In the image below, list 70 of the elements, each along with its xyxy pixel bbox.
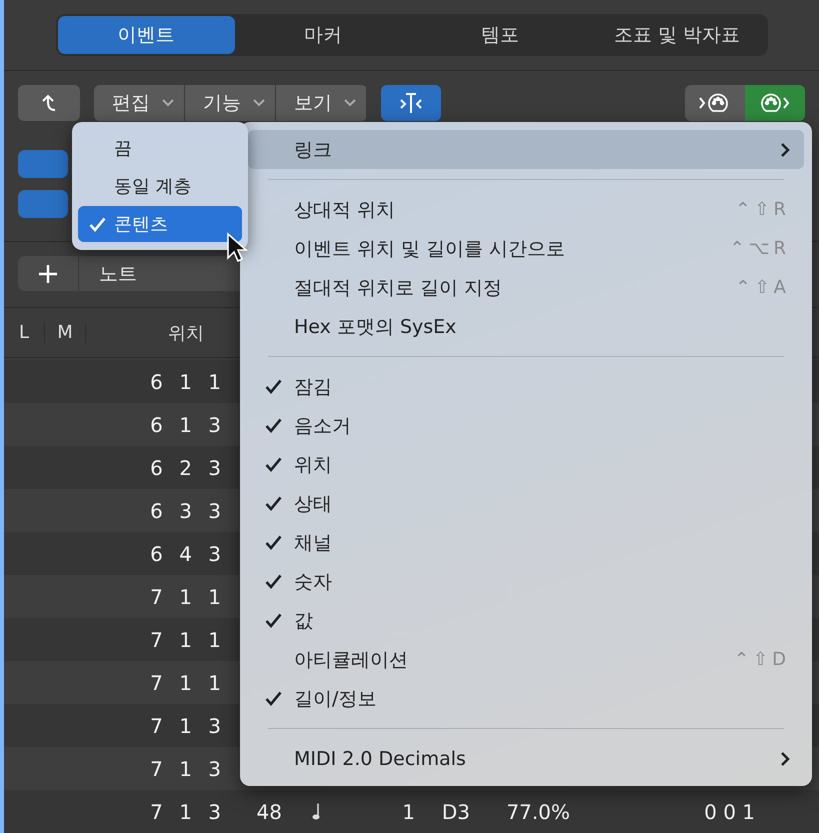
shortcut-label: ⌃⇧D <box>734 649 790 670</box>
table-cell-text: 77.0% <box>505 800 570 824</box>
menu-item[interactable]: 길이/정보 <box>248 679 804 718</box>
table-cell-text: 0 0 1 <box>703 800 755 824</box>
menu-item[interactable]: 상태 <box>248 484 804 523</box>
menu-item[interactable]: 링크 <box>248 130 804 169</box>
tab[interactable]: 조표 및 박자표 <box>588 16 766 54</box>
event-row[interactable]: 7 1 3 48 1 D3 77.0% 0 0 1 <box>4 790 819 833</box>
menu-item[interactable]: 상대적 위치 ⌃⇧R <box>248 190 804 229</box>
chevron-right-icon <box>780 750 790 766</box>
position-cell-text: 6 1 1 <box>149 370 226 394</box>
tab[interactable]: 이벤트 <box>58 16 234 54</box>
menu-item[interactable]: 잠김 <box>248 367 804 406</box>
position-cell-text: 7 1 1 <box>149 628 226 652</box>
up-arrow-button[interactable] <box>18 84 80 121</box>
position-cell-text: 6 4 3 <box>149 542 226 566</box>
add-bar-label: 노트 <box>98 262 137 287</box>
menu-item[interactable]: 위치 <box>248 445 804 484</box>
table-cell-text: D3 <box>440 800 470 824</box>
tab[interactable]: 마커 <box>234 16 412 54</box>
shortcut-label: ⌃⇧A <box>736 277 790 298</box>
filter-button[interactable] <box>381 84 441 121</box>
menu-item[interactable]: 이벤트 위치 및 길이를 시간으로 ⌃⌥R <box>248 229 804 268</box>
checkmark-icon <box>264 418 282 433</box>
shortcut-label: ⌃⇧R <box>735 199 790 220</box>
checkmark-icon <box>264 379 282 394</box>
tab[interactable]: 템포 <box>412 16 588 54</box>
column-header[interactable]: L <box>4 322 45 344</box>
position-cell-text: 7 1 1 <box>149 584 226 608</box>
pointer-icon <box>226 232 250 264</box>
checkmark-icon <box>264 574 282 589</box>
midi-button[interactable] <box>745 84 805 121</box>
plus-icon <box>38 264 58 284</box>
checkmark-icon <box>264 613 282 628</box>
menu-item[interactable]: 값 <box>248 601 804 640</box>
shortcut-label: ⌃⌥R <box>730 238 790 259</box>
checkmark-icon <box>264 691 282 706</box>
position-cell-text: 6 3 3 <box>149 498 226 522</box>
checkmark-icon <box>264 496 282 511</box>
menu-item[interactable]: 음소거 <box>248 406 804 445</box>
checkmark-icon <box>88 216 106 232</box>
position-cell-text: 6 1 3 <box>149 412 226 436</box>
chevron-right-icon <box>780 142 790 158</box>
table-cell-text: 1 <box>401 800 415 824</box>
position-cell-text: 6 2 3 <box>149 456 226 480</box>
position-cell-text: 7 1 3 <box>149 714 226 738</box>
chevron-down-icon <box>253 98 265 107</box>
menu-item[interactable]: 절대적 위치로 길이 지정 ⌃⇧A <box>248 268 804 307</box>
checkmark-icon <box>264 535 282 550</box>
table-cell-text: 48 <box>256 800 282 824</box>
menu-item[interactable]: 동일 계층 <box>78 168 242 204</box>
menu-button[interactable]: 편집 <box>94 84 185 121</box>
chevron-down-icon <box>162 98 174 107</box>
menu-item[interactable]: MIDI 2.0 Decimals <box>248 739 804 778</box>
midi-port-icon <box>758 92 792 114</box>
menu-button[interactable]: 보기 <box>276 84 367 121</box>
menu-item[interactable]: 채널 <box>248 523 804 562</box>
menu-item[interactable]: 숫자 <box>248 562 804 601</box>
menu-item[interactable]: 아티큘레이션 ⌃⇧D <box>248 640 804 679</box>
position-cell-text: 7 1 3 <box>149 756 226 780</box>
checkmark-icon <box>264 457 282 472</box>
position-cell-text: 7 1 3 <box>149 800 226 824</box>
column-header[interactable]: M <box>45 322 86 344</box>
position-cell-text: 7 1 1 <box>149 670 226 694</box>
midi-button[interactable] <box>685 84 745 121</box>
chevron-down-icon <box>344 98 356 107</box>
menu-item[interactable]: 콘텐츠 <box>78 206 242 242</box>
note-icon <box>312 803 320 820</box>
menu-item[interactable]: 끔 <box>78 130 242 166</box>
menu-button[interactable]: 기능 <box>185 84 276 121</box>
